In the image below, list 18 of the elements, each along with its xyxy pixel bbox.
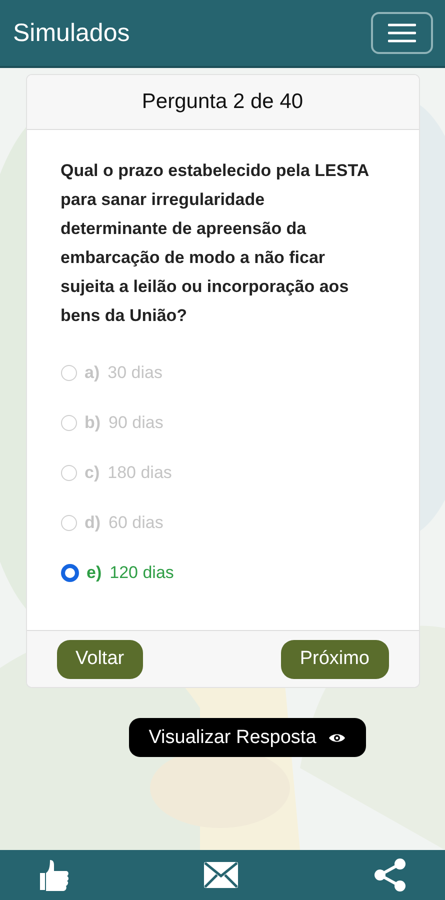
view-answer-button[interactable]: Visualizar Resposta: [128, 718, 366, 757]
next-button[interactable]: Próximo: [280, 640, 388, 678]
radio-button[interactable]: [60, 564, 78, 582]
back-button[interactable]: Voltar: [56, 640, 144, 678]
answer-option[interactable]: b) 90 dias: [60, 398, 368, 448]
thumbs-up-icon[interactable]: [40, 858, 70, 892]
menu-icon: [388, 23, 416, 43]
question-text: Qual o prazo estabelecido pela LESTA para sanar irregularidade determinante de apreensão da embarcação de modo a não ficar sujeita a leilão ou incorporação aos bens da União?: [60, 160, 368, 327]
answer-option[interactable]: a) 30 dias: [60, 348, 368, 398]
question-counter: Pergunta 2 de 40: [142, 90, 304, 114]
mail-icon[interactable]: [203, 861, 239, 889]
menu-button[interactable]: [371, 12, 433, 54]
answer-option[interactable]: e) 120 dias: [60, 548, 368, 598]
answer-option[interactable]: d) 60 dias: [60, 498, 368, 548]
share-icon[interactable]: [372, 857, 408, 893]
eye-icon: [328, 732, 346, 744]
answer-option[interactable]: c) 180 dias: [60, 448, 368, 498]
app-title: Simulados: [13, 18, 130, 48]
